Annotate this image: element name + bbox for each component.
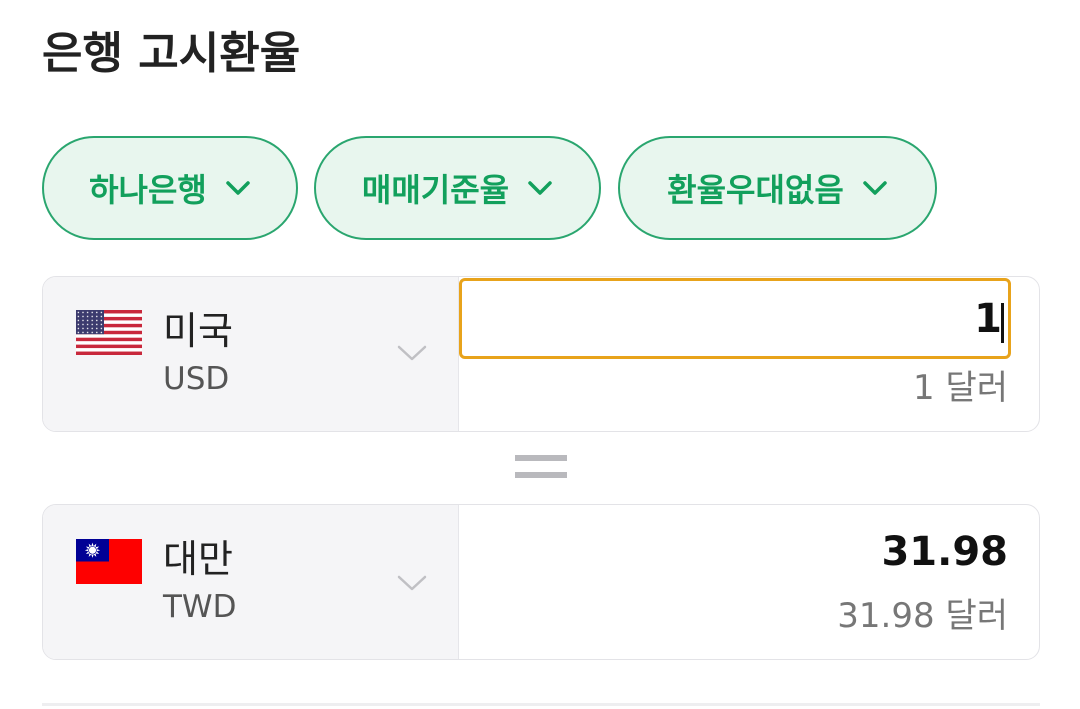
filter-chip-label: 하나은행 [89, 171, 207, 209]
from-currency-selector[interactable]: 미국 USD [43, 277, 459, 431]
text-cursor [1001, 303, 1004, 343]
from-country-name: 미국 [163, 309, 233, 353]
to-currency-code: TWD [163, 589, 237, 625]
us-flag-icon [76, 310, 142, 355]
taiwan-flag-icon [76, 539, 142, 584]
equals-icon [515, 455, 567, 478]
filter-chip-preferential-rate[interactable]: 환율우대없음 [618, 136, 937, 240]
filter-chip-label: 매매기준율 [361, 171, 510, 209]
chevron-down-icon [527, 180, 553, 196]
filter-chip-bank[interactable]: 하나은행 [42, 136, 298, 240]
divider [42, 703, 1040, 706]
from-currency-row: 미국 USD 1 달러 [42, 276, 1040, 432]
to-currency-selector[interactable]: 대만 TWD [43, 505, 459, 659]
from-amount-input[interactable] [459, 278, 1011, 359]
filter-chip-label: 환율우대없음 [667, 171, 844, 209]
chevron-down-icon [397, 575, 427, 591]
to-currency-row: 대만 TWD 31.98 31.98 달러 [42, 504, 1040, 660]
to-amount-field[interactable]: 31.98 [473, 528, 1008, 576]
chevron-down-icon [225, 180, 251, 196]
from-amount-text: 1 달러 [913, 368, 1008, 408]
from-currency-code: USD [163, 361, 230, 397]
to-amount-text: 31.98 달러 [837, 596, 1008, 636]
page-title: 은행 고시환율 [42, 28, 301, 79]
chevron-down-icon [397, 345, 427, 361]
filter-chip-rate-type[interactable]: 매매기준율 [314, 136, 601, 240]
to-country-name: 대만 [163, 537, 233, 581]
chevron-down-icon [862, 180, 888, 196]
